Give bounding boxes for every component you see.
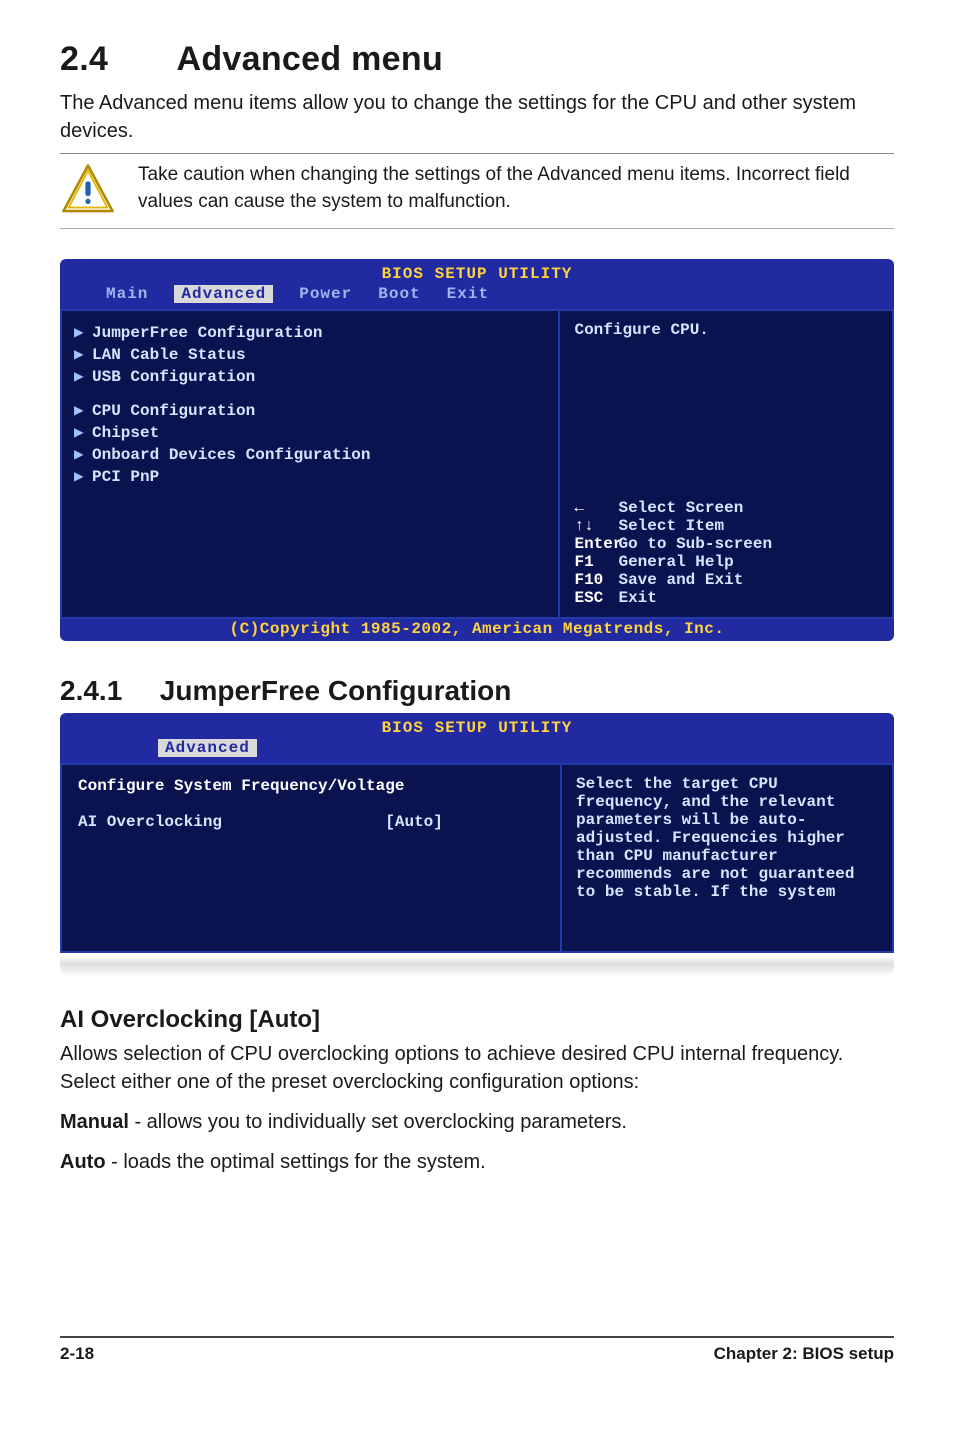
bios-key-legend: ←Select Screen ↑↓Select Item EnterGo to …: [574, 499, 878, 607]
caution-icon: [60, 162, 116, 218]
bios-field-label: AI Overclocking: [78, 813, 222, 831]
bios-menu-item[interactable]: ▶LAN Cable Status: [74, 343, 544, 365]
bios-menu-item[interactable]: ▶Onboard Devices Configuration: [74, 443, 544, 465]
bios-menu-item[interactable]: ▶USB Configuration: [74, 365, 544, 387]
bios-menu-label: Onboard Devices Configuration: [92, 446, 370, 464]
bios-copyright: (C)Copyright 1985-2002, American Megatre…: [60, 619, 894, 641]
bios-screenshot-2: BIOS SETUP UTILITY Advanced Configure Sy…: [60, 713, 894, 953]
option-text: - allows you to individually set overclo…: [129, 1111, 627, 1133]
page-title-number: 2.4: [60, 40, 168, 79]
bios-menu-label: LAN Cable Status: [92, 346, 246, 364]
bios-title-bar: BIOS SETUP UTILITY: [60, 713, 894, 739]
key-text: Select Screen: [618, 499, 743, 517]
key-icon-up-down: ↑↓: [574, 517, 618, 535]
bios-help-text: Select the target CPU frequency, and the…: [576, 775, 878, 901]
key-label: Enter: [574, 535, 618, 553]
bios-title-bar: BIOS SETUP UTILITY: [60, 259, 894, 285]
option-text: - loads the optimal settings for the sys…: [106, 1151, 486, 1173]
tab-exit[interactable]: Exit: [447, 285, 489, 303]
section-heading: 2.4.1 JumperFree Configuration: [60, 675, 894, 707]
bios-util-title: BIOS SETUP UTILITY: [362, 719, 592, 737]
image-fade-cut: [60, 956, 894, 976]
key-text: Exit: [618, 589, 656, 607]
bios-menu-label: JumperFree Configuration: [92, 324, 322, 342]
option-label: Auto: [60, 1151, 106, 1173]
key-label: F1: [574, 553, 618, 571]
key-icon-left-right: ←: [574, 499, 618, 517]
bios-screenshot-1: BIOS SETUP UTILITY Main Advanced Power B…: [60, 259, 894, 641]
section-number: 2.4.1: [60, 675, 152, 707]
bios-menu-label: PCI PnP: [92, 468, 159, 486]
bios-menu-item[interactable]: ▶CPU Configuration: [74, 399, 544, 421]
page-number: 2-18: [60, 1344, 94, 1364]
chapter-label: Chapter 2: BIOS setup: [714, 1344, 894, 1364]
bios-left-pane: ▶JumperFree Configuration ▶LAN Cable Sta…: [60, 309, 558, 619]
submenu-arrow-icon: ▶: [74, 400, 92, 420]
bios-menu-label: Chipset: [92, 424, 159, 442]
submenu-arrow-icon: ▶: [74, 344, 92, 364]
bios-menu-item[interactable]: ▶Chipset: [74, 421, 544, 443]
page-intro: The Advanced menu items allow you to cha…: [60, 89, 894, 145]
bios-menu-label: USB Configuration: [92, 368, 255, 386]
bios-util-title: BIOS SETUP UTILITY: [362, 265, 592, 283]
key-label: ESC: [574, 589, 618, 607]
section-title: JumperFree Configuration: [160, 675, 512, 706]
ai-manual-line: Manual - allows you to individually set …: [60, 1108, 894, 1136]
key-text: Save and Exit: [618, 571, 743, 589]
caution-block: Take caution when changing the settings …: [60, 154, 894, 228]
submenu-arrow-icon: ▶: [74, 466, 92, 486]
option-label: Manual: [60, 1111, 129, 1133]
bios-right-pane: Configure CPU. ←Select Screen ↑↓Select I…: [558, 309, 894, 619]
submenu-arrow-icon: ▶: [74, 444, 92, 464]
bios-tab-bar: Main Advanced Power Boot Exit: [60, 285, 894, 309]
page-title-text: Advanced menu: [177, 40, 444, 78]
bios-left-pane: Configure System Frequency/Voltage AI Ov…: [60, 763, 560, 953]
subheading: AI Overclocking [Auto]: [60, 1006, 894, 1034]
bios-help-text: Configure CPU.: [574, 321, 878, 339]
tab-advanced[interactable]: Advanced: [158, 739, 257, 757]
bios-menu-label: CPU Configuration: [92, 402, 255, 420]
divider: [60, 228, 894, 229]
submenu-arrow-icon: ▶: [74, 322, 92, 342]
tab-advanced[interactable]: Advanced: [174, 285, 273, 303]
page-footer: 2-18 Chapter 2: BIOS setup: [60, 1336, 894, 1404]
key-text: General Help: [618, 553, 733, 571]
ai-description: Allows selection of CPU overclocking opt…: [60, 1040, 894, 1096]
tab-main[interactable]: Main: [106, 285, 148, 303]
page-title: 2.4 Advanced menu: [60, 40, 894, 79]
bios-right-pane: Select the target CPU frequency, and the…: [560, 763, 894, 953]
bios-menu-item[interactable]: ▶PCI PnP: [74, 465, 544, 487]
bios-field-value: [Auto]: [385, 813, 443, 831]
bios-tab-bar: Advanced: [60, 739, 894, 763]
tab-power[interactable]: Power: [299, 285, 352, 303]
key-text: Select Item: [618, 517, 724, 535]
bios-menu-item[interactable]: ▶JumperFree Configuration: [74, 321, 544, 343]
caution-text: Take caution when changing the settings …: [138, 162, 894, 215]
bios-section-header: Configure System Frequency/Voltage: [78, 775, 546, 795]
tab-boot[interactable]: Boot: [378, 285, 420, 303]
submenu-arrow-icon: ▶: [74, 422, 92, 442]
ai-auto-line: Auto - loads the optimal settings for th…: [60, 1148, 894, 1176]
submenu-arrow-icon: ▶: [74, 366, 92, 386]
key-label: F10: [574, 571, 618, 589]
bios-field-row[interactable]: AI Overclocking [Auto]: [78, 795, 546, 831]
key-text: Go to Sub-screen: [618, 535, 772, 553]
